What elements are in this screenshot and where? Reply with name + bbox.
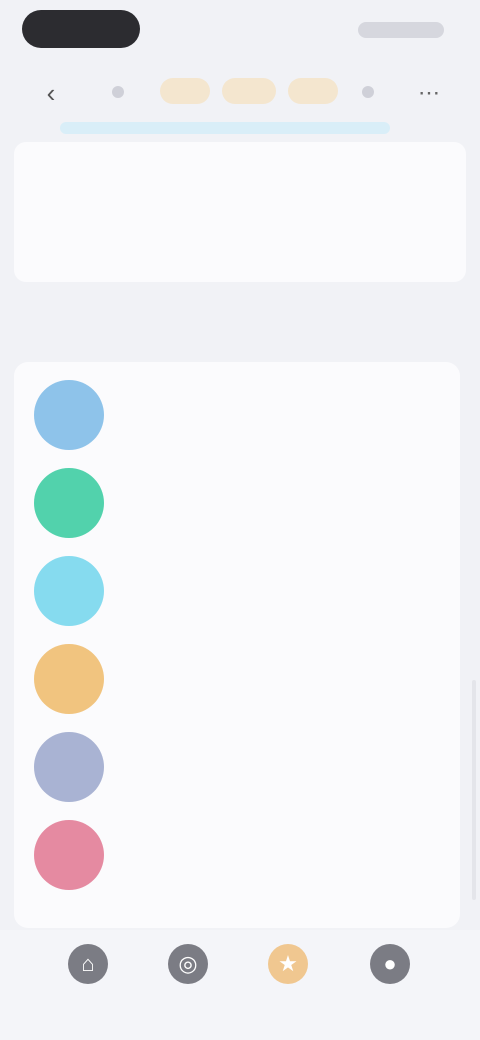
bottom-navigation: ⌂ ◎ ★ ●: [0, 930, 480, 1040]
item-list: [14, 362, 460, 928]
list-item[interactable]: [34, 728, 454, 816]
list-item[interactable]: [34, 640, 454, 728]
avatar: [34, 380, 104, 450]
list-item[interactable]: [34, 464, 454, 552]
nav-dot-left: [112, 86, 124, 98]
bottom-nav-home[interactable]: ⌂: [58, 944, 118, 1014]
profile-icon: ●: [370, 944, 410, 984]
avatar: [34, 468, 104, 538]
status-indicators: [358, 22, 444, 38]
top-card[interactable]: [14, 142, 466, 282]
avatar: [34, 644, 104, 714]
list-item[interactable]: [34, 376, 454, 464]
avatar: [34, 820, 104, 890]
nav-underline-bar: [60, 122, 390, 134]
list-item[interactable]: [34, 816, 454, 904]
avatar: [34, 556, 104, 626]
home-icon: ⌂: [68, 944, 108, 984]
avatar: [34, 732, 104, 802]
bottom-nav-favorites[interactable]: ★: [258, 944, 318, 1014]
top-navigation: ‹ ⋯: [0, 64, 480, 134]
status-bar: [0, 0, 480, 64]
tab-2[interactable]: [222, 78, 276, 104]
list-item[interactable]: [34, 552, 454, 640]
tab-3[interactable]: [288, 78, 338, 104]
bottom-nav-profile[interactable]: ●: [360, 944, 420, 1014]
tab-1[interactable]: [160, 78, 210, 104]
back-icon[interactable]: ‹: [34, 76, 68, 110]
nav-dot-right: [362, 86, 374, 98]
more-icon[interactable]: ⋯: [412, 76, 446, 110]
scrollbar[interactable]: [472, 680, 476, 900]
status-time-pill: [22, 10, 140, 48]
bottom-nav-discover[interactable]: ◎: [158, 944, 218, 1014]
star-icon: ★: [268, 944, 308, 984]
discover-icon: ◎: [168, 944, 208, 984]
